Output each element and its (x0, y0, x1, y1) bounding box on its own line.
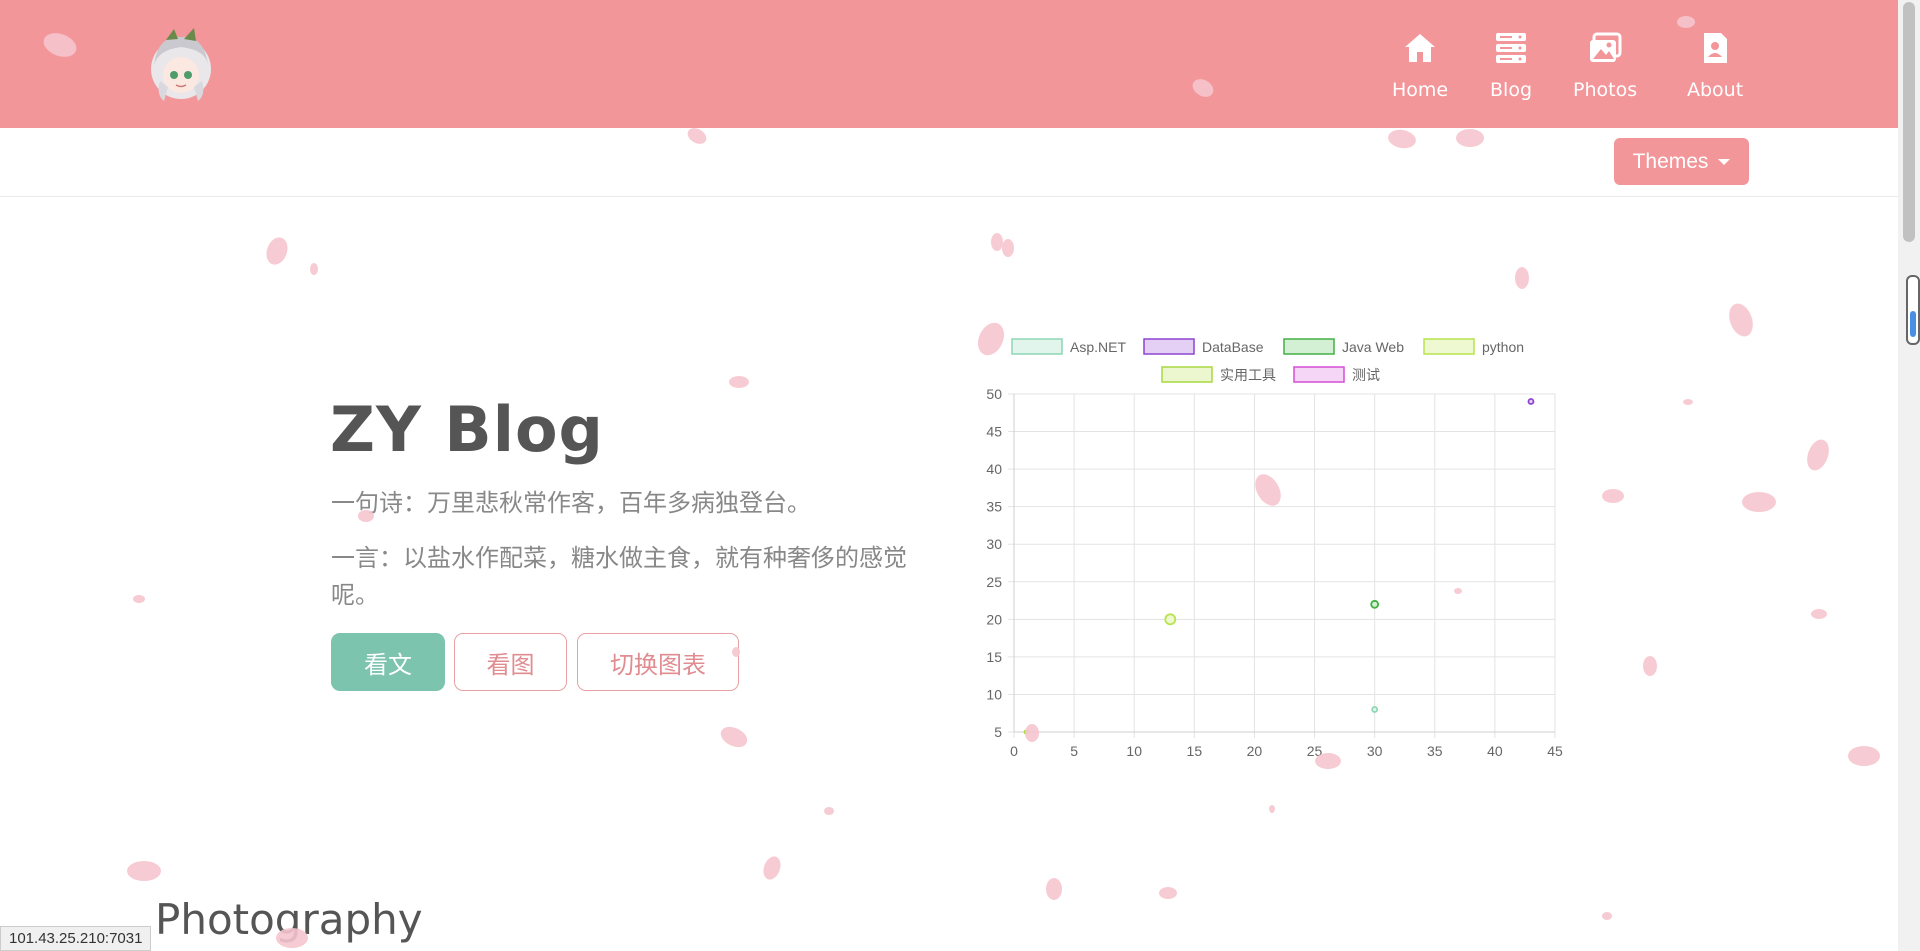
y-tick-label: 10 (986, 686, 1002, 702)
page-title: ZY Blog (330, 393, 604, 466)
legend-swatch (1283, 338, 1335, 355)
data-point (1527, 398, 1535, 405)
home-icon (1405, 34, 1436, 62)
legend-label: DataBase (1202, 339, 1264, 355)
legend-swatch (1011, 338, 1063, 355)
legend-label: Asp.NET (1070, 339, 1126, 355)
y-tick-label: 50 (986, 386, 1002, 402)
x-tick-label: 25 (1307, 743, 1323, 759)
x-tick-label: 35 (1427, 743, 1443, 759)
y-tick-label: 35 (986, 499, 1002, 515)
nav-blog-label: Blog (1490, 79, 1532, 101)
data-point (1164, 613, 1177, 626)
nav-home-label: Home (1392, 79, 1449, 101)
caret-down-icon (1718, 158, 1731, 165)
scrollbar-thumb[interactable] (1903, 2, 1915, 242)
avatar-logo[interactable] (146, 25, 216, 103)
y-tick-label: 20 (986, 611, 1002, 627)
x-tick-label: 0 (1010, 743, 1018, 759)
section-title: Photography (155, 895, 423, 944)
legend-swatch (1293, 366, 1345, 383)
y-tick-label: 25 (986, 574, 1002, 590)
y-tick-label: 5 (994, 724, 1002, 740)
nav-about-label: About (1687, 79, 1744, 101)
view-pictures-button[interactable]: 看图 (454, 633, 567, 691)
x-tick-label: 5 (1070, 743, 1078, 759)
data-point (1023, 729, 1029, 735)
scatter-chart: 0 5 10 15 20 25 30 35 40 45 5 10 15 20 25 30 35 40 45 50 Asp… (960, 320, 1580, 770)
photos-icon (1590, 32, 1622, 62)
top-navbar: Home Blog Photos About (0, 0, 1898, 128)
y-tick-label: 15 (986, 649, 1002, 665)
legend-label: 实用工具 (1220, 367, 1276, 383)
data-point (1370, 599, 1380, 609)
y-tick-label: 40 (986, 461, 1002, 477)
contact-icon (1704, 33, 1728, 63)
legend-label: Java Web (1342, 339, 1404, 355)
themes-dropdown-button[interactable]: Themes (1614, 138, 1749, 185)
x-tick-label: 30 (1367, 743, 1383, 759)
themes-label: Themes (1632, 149, 1709, 173)
quote-line: 一言：以盐水作配菜，糖水做主食，就有种奢侈的感觉呢。 (331, 545, 907, 609)
server-icon (1496, 33, 1526, 63)
legend-label: python (1482, 339, 1524, 355)
poem-line: 一句诗：万里悲秋常作客，百年多病独登台。 (331, 490, 811, 517)
nav-blog[interactable]: Blog (1490, 30, 1532, 101)
nav-photos[interactable]: Photos (1573, 30, 1637, 101)
data-point (1371, 706, 1379, 713)
page-scrollbar[interactable] (1898, 0, 1920, 951)
browser-status-url: 101.43.25.210:7031 (0, 926, 152, 951)
nav-home[interactable]: Home (1392, 30, 1448, 101)
x-tick-label: 10 (1126, 743, 1142, 759)
scroll-widget[interactable] (1906, 275, 1920, 345)
x-tick-label: 40 (1487, 743, 1503, 759)
chart-svg: 0 5 10 15 20 25 30 35 40 455101520253035404550Asp… (986, 338, 1563, 759)
legend-label: 测试 (1352, 367, 1380, 383)
x-tick-label: 20 (1247, 743, 1263, 759)
nav-photos-label: Photos (1573, 79, 1638, 101)
x-tick-label: 45 (1547, 743, 1563, 759)
legend-swatch (1143, 338, 1195, 355)
nav-about[interactable]: About (1687, 30, 1743, 101)
y-tick-label: 45 (986, 424, 1002, 440)
read-articles-button[interactable]: 看文 (331, 633, 445, 691)
legend-swatch (1423, 338, 1475, 355)
legend-swatch (1161, 366, 1213, 383)
x-tick-label: 15 (1187, 743, 1203, 759)
switch-chart-button[interactable]: 切换图表 (577, 633, 739, 691)
y-tick-label: 30 (986, 536, 1002, 552)
